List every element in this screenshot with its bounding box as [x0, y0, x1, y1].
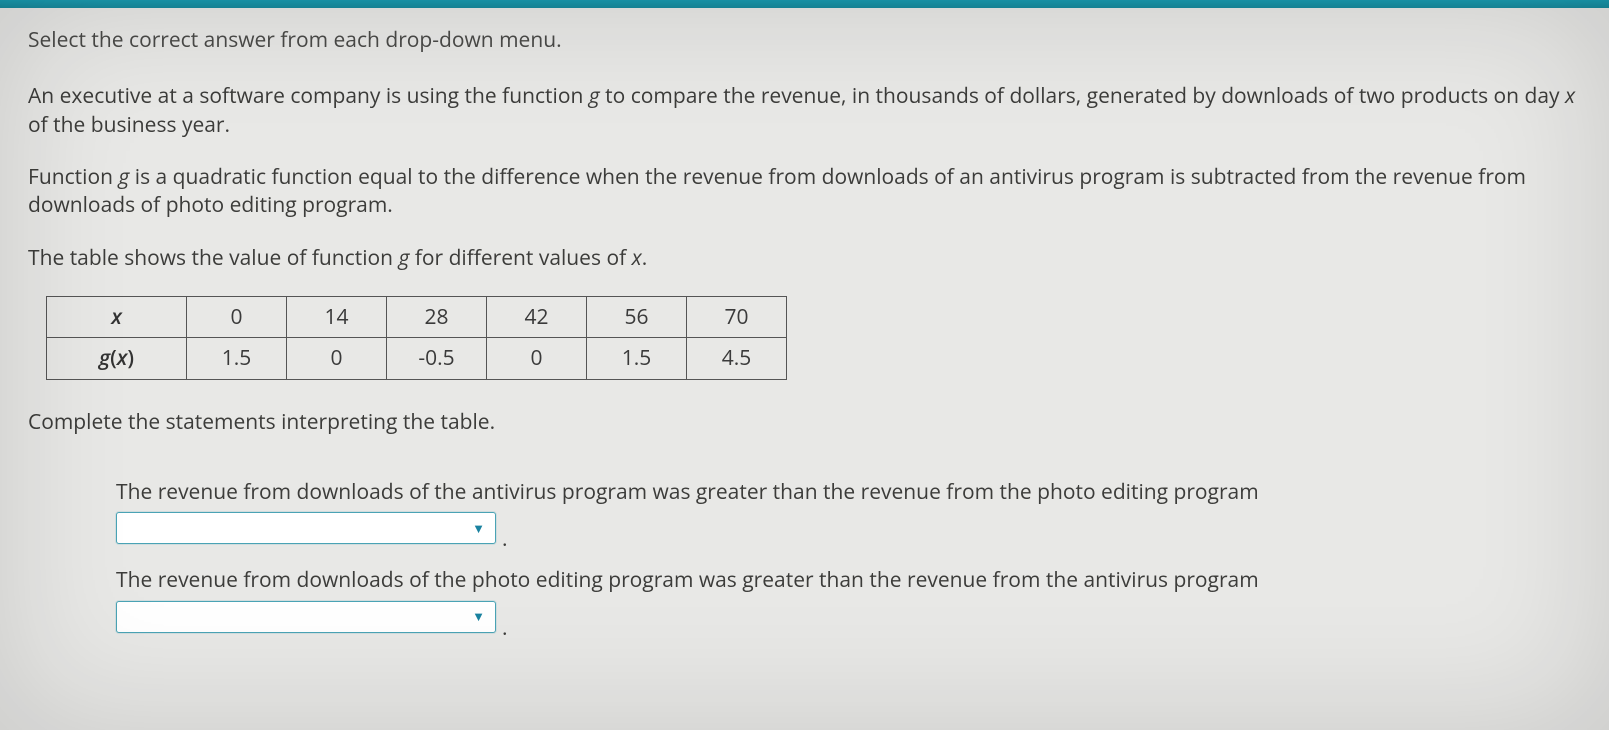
- row-header-gx: g(x): [47, 338, 187, 379]
- table-row: g(x) 1.5 0 -0.5 0 1.5 4.5: [47, 338, 787, 379]
- var-g: g: [589, 82, 600, 110]
- context-paragraph-3: The table shows the value of function g …: [28, 244, 1581, 272]
- answer-dropdown-1[interactable]: ▼: [116, 512, 496, 544]
- cell: 1.5: [187, 338, 287, 379]
- cell: 4.5: [687, 338, 787, 379]
- cell: 14: [287, 297, 387, 338]
- answer-dropdown-2[interactable]: ▼: [116, 601, 496, 633]
- cell: 0: [287, 338, 387, 379]
- var-g: g: [398, 244, 409, 272]
- cell: 1.5: [587, 338, 687, 379]
- var-x: x: [632, 244, 642, 272]
- label: g: [99, 344, 110, 372]
- text: of the business year.: [28, 111, 230, 139]
- chevron-down-icon: ▼: [472, 608, 485, 626]
- cell: 28: [387, 297, 487, 338]
- cell: 70: [687, 297, 787, 338]
- cell: 0: [187, 297, 287, 338]
- statement-2: The revenue from downloads of the photo …: [116, 566, 1581, 594]
- text: An executive at a software company is us…: [28, 82, 589, 110]
- text: to compare the revenue, in thousands of …: [600, 82, 1565, 110]
- statement-1: The revenue from downloads of the antivi…: [116, 478, 1581, 506]
- label: ): [127, 344, 134, 372]
- complete-instruction: Complete the statements interpreting the…: [28, 408, 1581, 436]
- cell: 56: [587, 297, 687, 338]
- statements-block: The revenue from downloads of the antivi…: [28, 460, 1581, 655]
- instruction-text: Select the correct answer from each drop…: [28, 26, 1581, 54]
- window-top-bar: [0, 0, 1609, 8]
- question-content: Select the correct answer from each drop…: [0, 8, 1609, 655]
- label: (: [110, 344, 117, 372]
- label: x: [111, 303, 122, 331]
- dropdown-row-2: ▼ .: [116, 601, 1581, 655]
- table-row: x 0 14 28 42 56 70: [47, 297, 787, 338]
- label: x: [117, 344, 128, 372]
- text: for different values of: [409, 244, 631, 272]
- period: .: [502, 525, 508, 553]
- text: The table shows the value of function: [28, 244, 398, 272]
- text: .: [642, 244, 648, 272]
- text: Function: [28, 163, 118, 191]
- var-g: g: [118, 163, 129, 191]
- function-table: x 0 14 28 42 56 70 g(x) 1.5 0 -0.5 0 1.5…: [46, 296, 787, 380]
- dropdown-row-1: ▼ .: [116, 512, 1581, 566]
- cell: 0: [487, 338, 587, 379]
- var-x: x: [1565, 82, 1575, 110]
- context-paragraph-2: Function g is a quadratic function equal…: [28, 163, 1581, 220]
- cell: 42: [487, 297, 587, 338]
- context-paragraph-1: An executive at a software company is us…: [28, 82, 1581, 139]
- cell: -0.5: [387, 338, 487, 379]
- text: is a quadratic function equal to the dif…: [28, 163, 1526, 219]
- row-header-x: x: [47, 297, 187, 338]
- chevron-down-icon: ▼: [472, 520, 485, 538]
- period: .: [502, 614, 508, 642]
